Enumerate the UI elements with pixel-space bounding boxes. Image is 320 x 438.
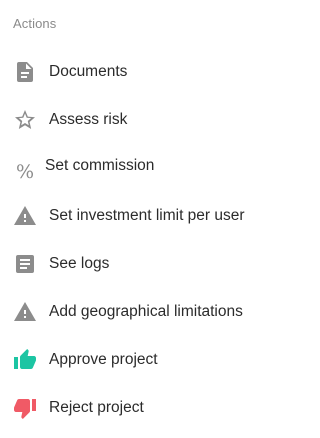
thumb-down-icon	[13, 396, 37, 420]
action-label: Reject project	[49, 399, 144, 416]
action-see-logs[interactable]: See logs	[0, 240, 293, 288]
star-outline-icon	[13, 108, 37, 132]
action-reject-project[interactable]: Reject project	[0, 384, 293, 432]
action-label: Assess risk	[49, 111, 128, 128]
action-label: Set commission	[45, 157, 155, 174]
thumb-up-icon	[13, 348, 37, 372]
actions-panel: Actions Documents Assess risk % Set comm…	[0, 0, 293, 438]
action-set-commission[interactable]: % Set commission	[0, 144, 293, 192]
actions-list: Documents Assess risk % Set commission S…	[0, 48, 293, 432]
action-assess-risk[interactable]: Assess risk	[0, 96, 293, 144]
warning-icon	[13, 300, 37, 324]
action-label: Add geographical limitations	[49, 303, 243, 320]
action-label: See logs	[49, 255, 110, 272]
warning-icon	[13, 204, 37, 228]
action-approve-project[interactable]: Approve project	[0, 336, 293, 384]
notes-icon	[13, 252, 37, 276]
action-documents[interactable]: Documents	[0, 48, 293, 96]
action-add-geo-limitations[interactable]: Add geographical limitations	[0, 288, 293, 336]
document-icon	[13, 60, 37, 84]
action-label: Set investment limit per user	[49, 207, 245, 224]
action-label: Documents	[49, 63, 128, 80]
percent-icon: %	[15, 160, 35, 183]
action-set-investment-limit[interactable]: Set investment limit per user	[0, 192, 293, 240]
action-label: Approve project	[49, 351, 158, 368]
section-title: Actions	[13, 16, 57, 31]
